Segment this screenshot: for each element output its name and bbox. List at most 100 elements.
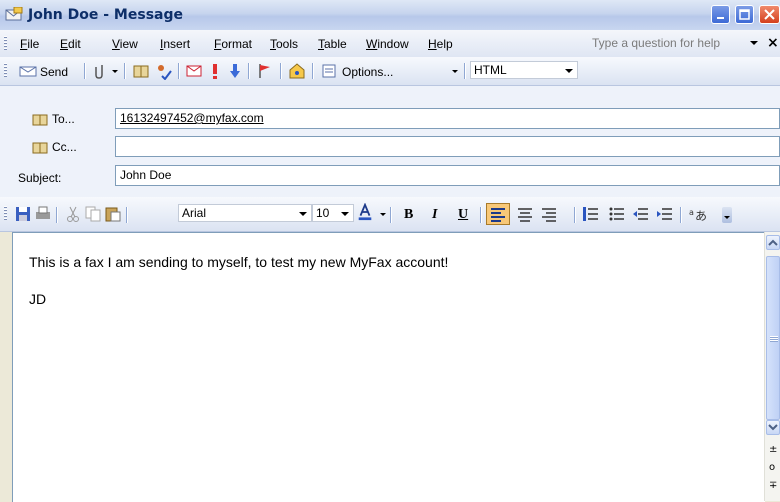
low-importance-icon[interactable]	[226, 62, 244, 80]
options-label: Options...	[342, 65, 394, 79]
toolbar-separator	[248, 63, 250, 79]
send-icon	[19, 66, 37, 77]
permission-icon[interactable]	[288, 62, 306, 80]
follow-up-flag-icon[interactable]	[256, 62, 274, 80]
close-document-icon[interactable]: ×	[767, 35, 779, 51]
numbered-list-icon[interactable]	[582, 205, 600, 223]
flag-message-icon[interactable]	[186, 62, 204, 80]
title-bar: John Doe - Message	[0, 0, 780, 31]
grip-icon	[770, 336, 778, 342]
minimize-button[interactable]	[711, 5, 730, 24]
bold-icon[interactable]: B	[404, 207, 413, 223]
vertical-scrollbar[interactable]: ± o ∓	[764, 232, 780, 501]
decrease-indent-icon[interactable]	[632, 205, 650, 223]
chevron-down-icon[interactable]	[452, 70, 458, 73]
menu-help[interactable]: Help	[428, 37, 453, 51]
menu-tools[interactable]: Tools	[270, 37, 298, 51]
body-line: This is a fax I am sending to myself, to…	[29, 254, 449, 270]
chevron-down-icon	[380, 213, 386, 216]
message-format-value: HTML	[474, 63, 507, 77]
to-button[interactable]: To...	[32, 110, 75, 128]
scroll-down-button[interactable]	[766, 420, 780, 435]
paste-icon[interactable]	[104, 205, 122, 223]
menu-view[interactable]: View	[112, 37, 138, 51]
cc-label: Cc...	[52, 140, 77, 154]
toolbar-separator	[390, 207, 392, 223]
body-line: JD	[29, 291, 47, 307]
svg-text:a: a	[689, 208, 694, 217]
toolbar-grip[interactable]	[4, 206, 7, 221]
toolbar-separator	[56, 207, 58, 223]
chevron-down-icon	[724, 216, 730, 219]
previous-page-icon[interactable]: ±	[769, 444, 777, 455]
cut-icon[interactable]	[64, 205, 82, 223]
to-value: 16132497452@myfax.com	[120, 111, 264, 125]
subject-field[interactable]: John Doe	[115, 165, 780, 186]
to-field[interactable]: 16132497452@myfax.com	[115, 108, 780, 129]
address-book-icon[interactable]	[132, 62, 150, 80]
font-color-icon	[358, 203, 372, 221]
toolbar-options-button[interactable]	[722, 207, 732, 223]
svg-text:あ: あ	[695, 209, 707, 223]
bullet-list-icon[interactable]	[608, 205, 626, 223]
font-select[interactable]: Arial	[178, 204, 312, 222]
close-icon	[764, 9, 775, 20]
next-page-icon[interactable]: ∓	[769, 480, 777, 491]
font-size-value: 10	[316, 206, 330, 220]
close-button[interactable]	[759, 5, 780, 24]
scroll-thumb[interactable]	[766, 256, 780, 420]
font-value: Arial	[182, 206, 207, 220]
menu-insert[interactable]: Insert	[160, 37, 190, 51]
toolbar-separator	[84, 63, 86, 79]
address-book-icon	[32, 142, 48, 154]
chevron-down-icon	[565, 69, 573, 73]
paperclip-icon[interactable]	[92, 62, 110, 80]
chevron-down-icon[interactable]	[750, 41, 758, 45]
send-label: Send	[40, 65, 69, 79]
menu-file[interactable]: File	[20, 37, 39, 51]
select-browse-object-icon[interactable]: o	[769, 462, 775, 473]
cc-button[interactable]: Cc...	[32, 138, 77, 156]
save-icon[interactable]	[14, 205, 32, 223]
menu-window[interactable]: Window	[366, 37, 409, 51]
toolbar-separator	[126, 207, 128, 223]
menu-format[interactable]: Format	[214, 37, 252, 51]
italic-icon[interactable]: I	[432, 207, 437, 223]
message-format-select[interactable]: HTML	[470, 61, 578, 79]
scroll-up-button[interactable]	[766, 235, 780, 250]
menu-table[interactable]: Table	[318, 37, 347, 51]
standard-toolbar: Send Options... HTML	[0, 57, 780, 86]
high-importance-icon[interactable]	[206, 62, 224, 80]
formatting-toolbar: Arial 10 B I U aあ	[0, 197, 780, 232]
menu-bar: File Edit View Insert Format Tools Table…	[0, 30, 780, 58]
chevron-down-icon	[768, 424, 778, 431]
message-body[interactable]: This is a fax I am sending to myself, to…	[12, 232, 765, 502]
align-center-icon[interactable]	[516, 205, 534, 223]
help-search-input[interactable]: Type a question for help	[592, 35, 742, 52]
phonetic-guide-icon[interactable]: aあ	[688, 205, 710, 223]
message-icon	[5, 7, 23, 21]
chevron-down-icon[interactable]	[112, 70, 118, 73]
toolbar-separator	[480, 207, 482, 223]
align-left-button[interactable]	[486, 203, 510, 225]
options-icon	[322, 64, 336, 78]
align-left-icon	[491, 208, 505, 222]
minimize-icon	[717, 17, 724, 19]
increase-indent-icon[interactable]	[656, 205, 674, 223]
align-right-icon[interactable]	[540, 205, 558, 223]
check-names-icon[interactable]	[154, 62, 172, 80]
address-book-icon	[32, 114, 48, 126]
to-label: To...	[52, 112, 75, 126]
toolbar-separator	[680, 207, 682, 223]
cc-field[interactable]	[115, 136, 780, 157]
underline-icon[interactable]: U	[458, 207, 468, 223]
print-icon[interactable]	[34, 205, 52, 223]
toolbar-grip[interactable]	[4, 63, 7, 78]
toolbar-grip[interactable]	[4, 36, 7, 51]
toolbar-separator	[464, 63, 466, 79]
copy-icon[interactable]	[84, 205, 102, 223]
font-size-select[interactable]: 10	[312, 204, 354, 222]
chevron-down-icon	[341, 212, 349, 216]
maximize-button[interactable]	[735, 5, 754, 24]
menu-edit[interactable]: Edit	[60, 37, 81, 51]
